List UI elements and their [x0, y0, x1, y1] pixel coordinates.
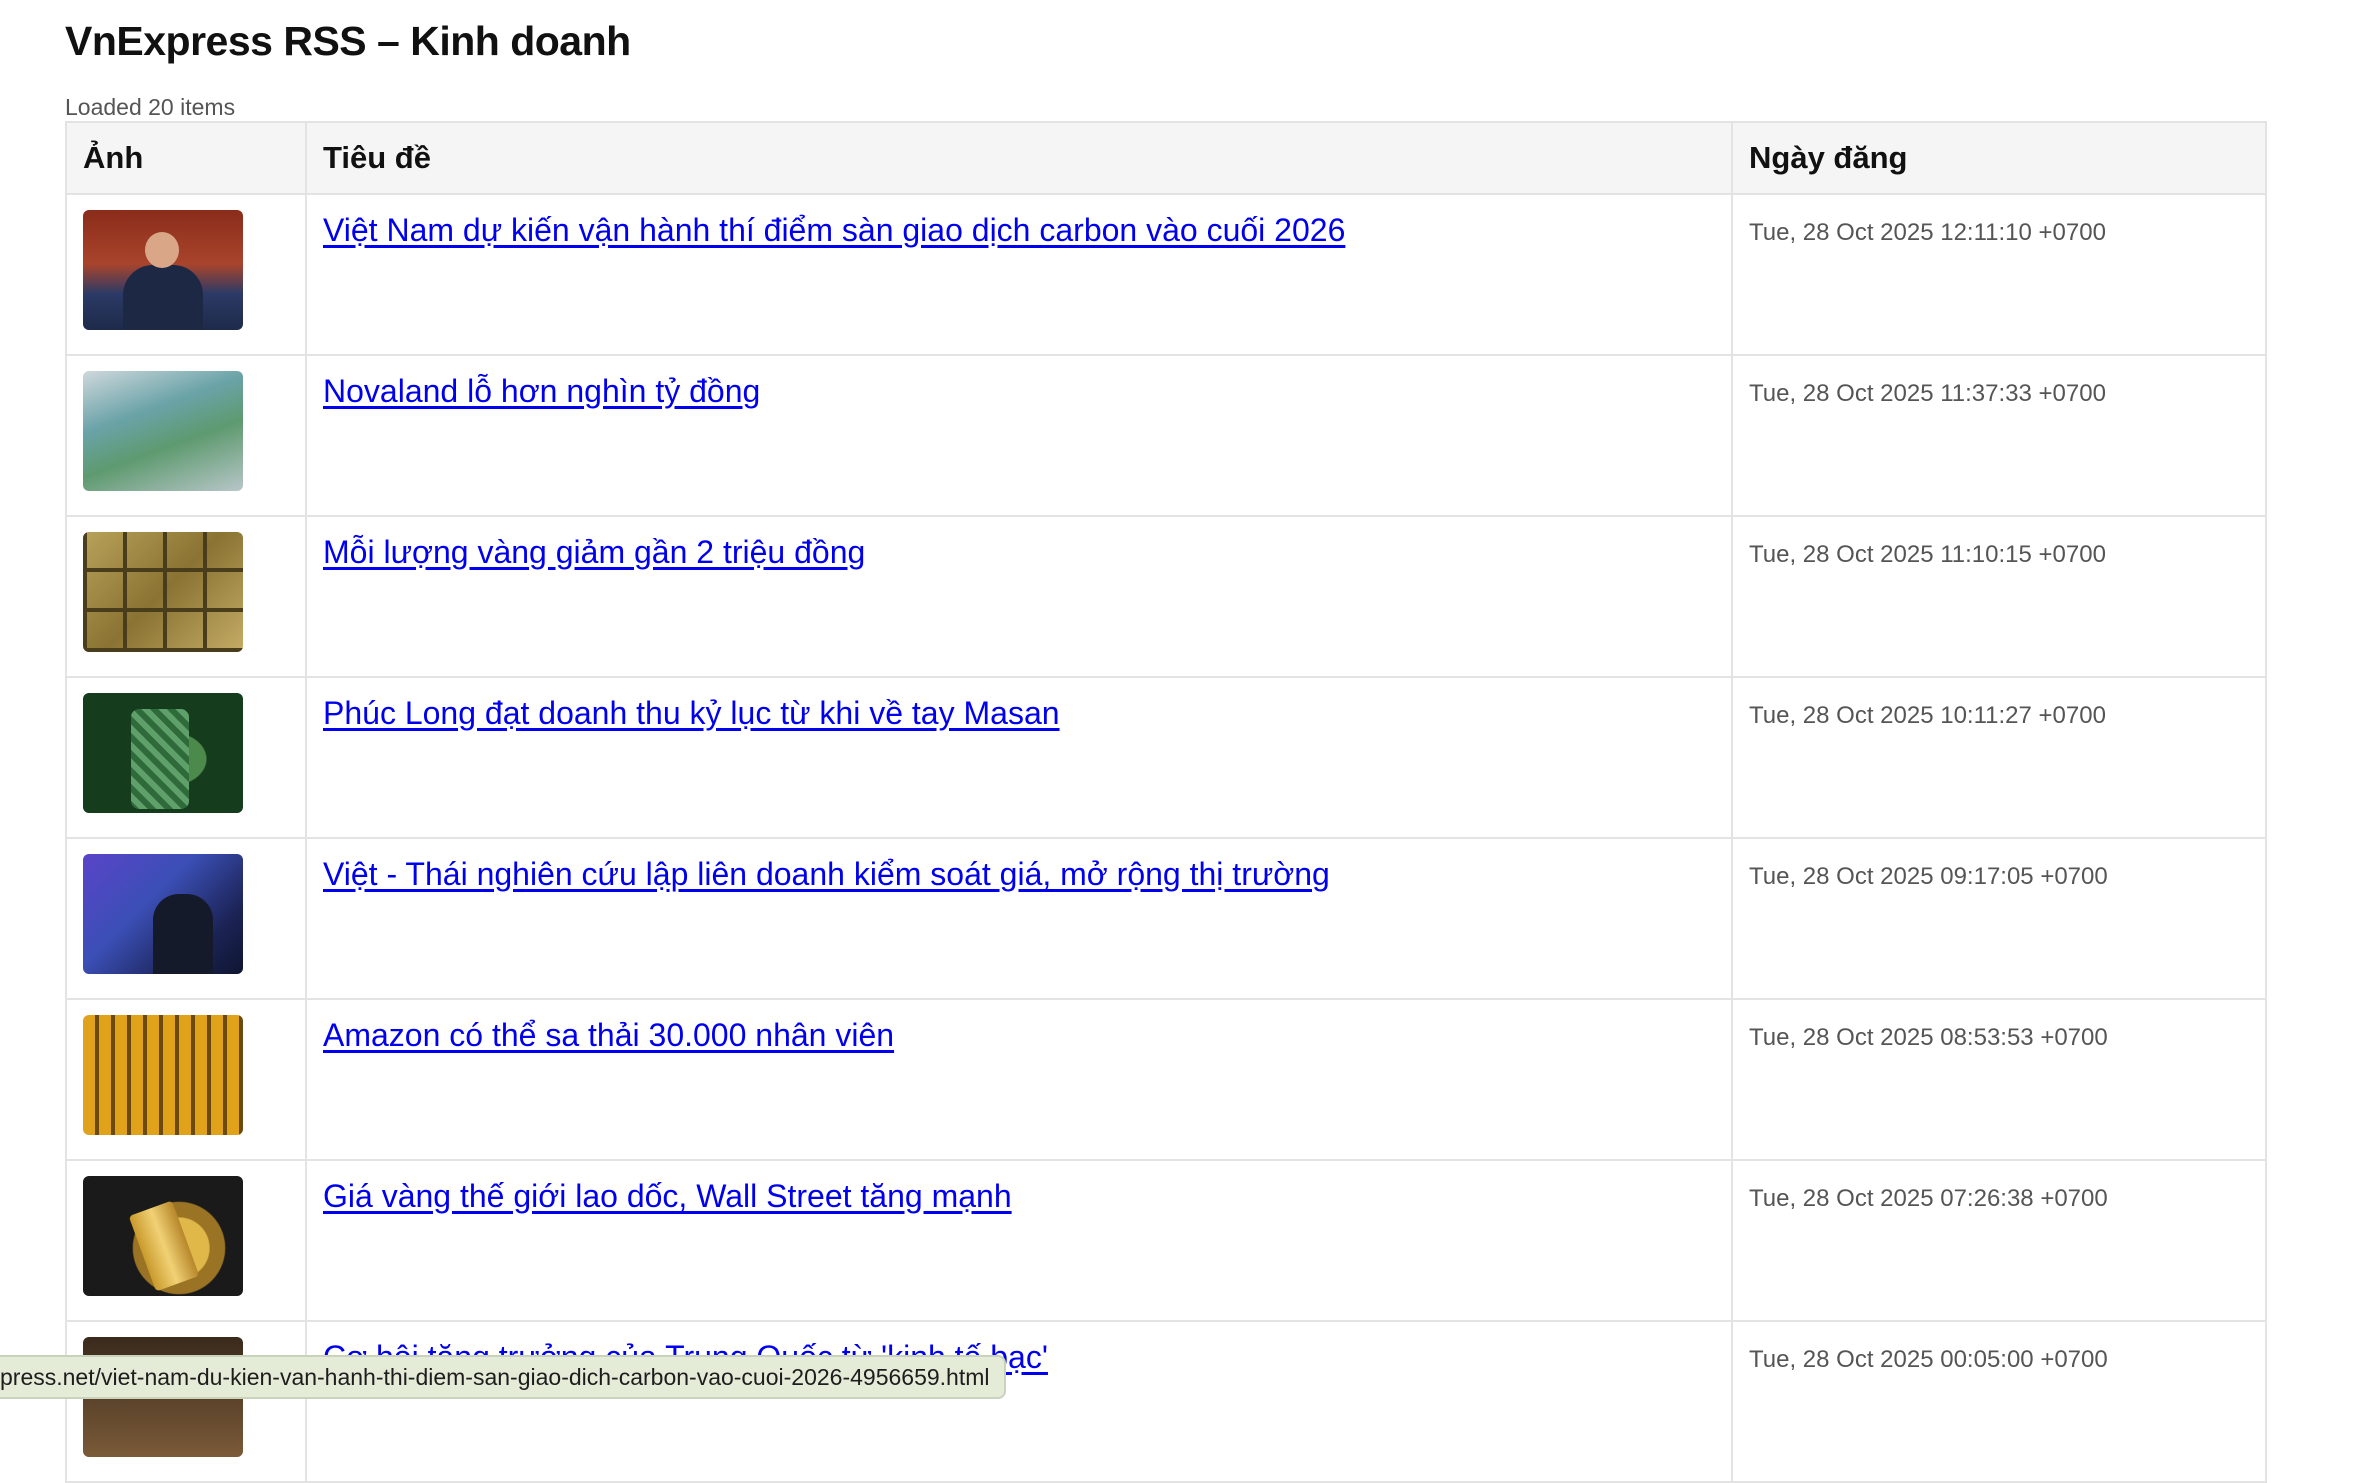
rss-table-container: Ảnh Tiêu đề Ngày đăng Việt Nam dự kiến v… — [65, 121, 2267, 1483]
article-thumbnail[interactable] — [83, 1176, 243, 1296]
table-row: Phúc Long đạt doanh thu kỷ lục từ khi về… — [65, 676, 2267, 839]
link-hover-statusbar: press.net/viet-nam-du-kien-van-hanh-thi-… — [0, 1355, 1006, 1399]
title-cell: Amazon có thể sa thải 30.000 nhân viên — [305, 998, 1733, 1161]
article-thumbnail[interactable] — [83, 1015, 243, 1135]
column-header-image: Ảnh — [65, 121, 307, 195]
image-cell — [65, 676, 307, 839]
article-thumbnail[interactable] — [83, 693, 243, 813]
load-status: Loaded 20 items — [65, 94, 236, 120]
article-link[interactable]: Novaland lỗ hơn nghìn tỷ đồng — [323, 373, 760, 409]
article-thumbnail[interactable] — [83, 371, 243, 491]
table-row: Việt - Thái nghiên cứu lập liên doanh ki… — [65, 837, 2267, 1000]
article-thumbnail[interactable] — [83, 210, 243, 330]
image-cell — [65, 998, 307, 1161]
title-cell: Mỗi lượng vàng giảm gần 2 triệu đồng — [305, 515, 1733, 678]
title-cell: Phúc Long đạt doanh thu kỷ lục từ khi về… — [305, 676, 1733, 839]
date-cell: Tue, 28 Oct 2025 10:11:27 +0700 — [1731, 676, 2267, 839]
table-header-row: Ảnh Tiêu đề Ngày đăng — [65, 121, 2267, 195]
article-link[interactable]: Việt - Thái nghiên cứu lập liên doanh ki… — [323, 856, 1330, 892]
title-cell: Novaland lỗ hơn nghìn tỷ đồng — [305, 354, 1733, 517]
date-cell: Tue, 28 Oct 2025 07:26:38 +0700 — [1731, 1159, 2267, 1322]
table-row: Việt Nam dự kiến vận hành thí điểm sàn g… — [65, 193, 2267, 356]
article-thumbnail[interactable] — [83, 854, 243, 974]
article-link[interactable]: Amazon có thể sa thải 30.000 nhân viên — [323, 1017, 894, 1053]
article-link[interactable]: Việt Nam dự kiến vận hành thí điểm sàn g… — [323, 212, 1345, 248]
date-cell: Tue, 28 Oct 2025 09:17:05 +0700 — [1731, 837, 2267, 1000]
rss-table: Ảnh Tiêu đề Ngày đăng Việt Nam dự kiến v… — [65, 121, 2267, 1483]
page-title: VnExpress RSS – Kinh doanh — [65, 18, 631, 64]
image-cell — [65, 837, 307, 1000]
title-cell: Việt Nam dự kiến vận hành thí điểm sàn g… — [305, 193, 1733, 356]
title-cell: Giá vàng thế giới lao dốc, Wall Street t… — [305, 1159, 1733, 1322]
table-row: Giá vàng thế giới lao dốc, Wall Street t… — [65, 1159, 2267, 1322]
date-cell: Tue, 28 Oct 2025 11:10:15 +0700 — [1731, 515, 2267, 678]
article-link[interactable]: Mỗi lượng vàng giảm gần 2 triệu đồng — [323, 534, 865, 570]
title-cell: Việt - Thái nghiên cứu lập liên doanh ki… — [305, 837, 1733, 1000]
image-cell — [65, 515, 307, 678]
date-cell: Tue, 28 Oct 2025 12:11:10 +0700 — [1731, 193, 2267, 356]
date-cell: Tue, 28 Oct 2025 11:37:33 +0700 — [1731, 354, 2267, 517]
column-header-date: Ngày đăng — [1731, 121, 2267, 195]
article-link[interactable]: Giá vàng thế giới lao dốc, Wall Street t… — [323, 1178, 1012, 1214]
image-cell — [65, 1320, 307, 1483]
date-cell: Tue, 28 Oct 2025 00:05:00 +0700 — [1731, 1320, 2267, 1483]
image-cell — [65, 1159, 307, 1322]
table-row: Novaland lỗ hơn nghìn tỷ đồng Tue, 28 Oc… — [65, 354, 2267, 517]
table-row: Cơ hội tăng trưởng của Trung Quốc từ 'ki… — [65, 1320, 2267, 1483]
article-thumbnail[interactable] — [83, 532, 243, 652]
image-cell — [65, 354, 307, 517]
table-row: Amazon có thể sa thải 30.000 nhân viên T… — [65, 998, 2267, 1161]
image-cell — [65, 193, 307, 356]
date-cell: Tue, 28 Oct 2025 08:53:53 +0700 — [1731, 998, 2267, 1161]
table-row: Mỗi lượng vàng giảm gần 2 triệu đồng Tue… — [65, 515, 2267, 678]
article-link[interactable]: Phúc Long đạt doanh thu kỷ lục từ khi về… — [323, 695, 1060, 731]
title-cell: Cơ hội tăng trưởng của Trung Quốc từ 'ki… — [305, 1320, 1733, 1483]
column-header-title: Tiêu đề — [305, 121, 1733, 195]
